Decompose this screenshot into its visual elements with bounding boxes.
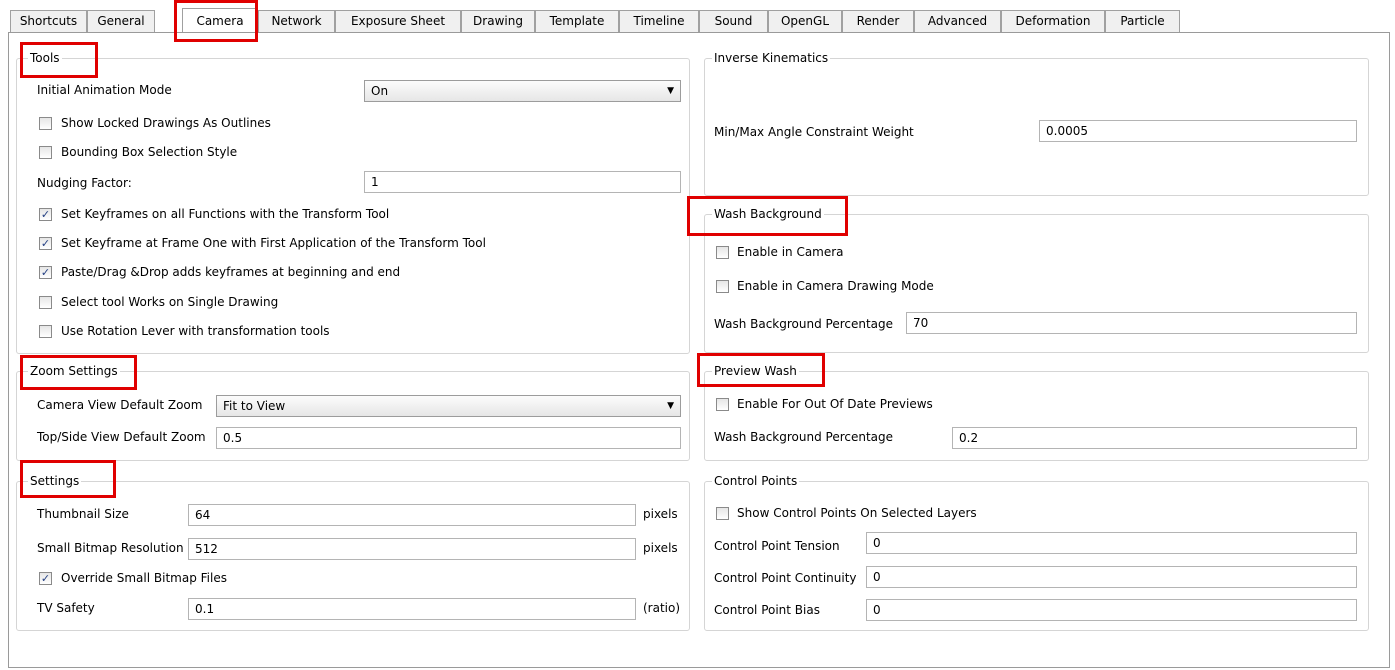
thumbnail-size-unit: pixels [643, 507, 678, 521]
out-of-date-previews-label: Enable For Out Of Date Previews [737, 397, 933, 411]
rotation-lever-label: Use Rotation Lever with transformation t… [61, 324, 330, 338]
set-keyframes-all-checkbox[interactable]: ✓ [39, 208, 52, 221]
tv-safety-label: TV Safety [37, 601, 95, 615]
nudging-factor-input[interactable]: 1 [364, 171, 681, 193]
camera-zoom-value: Fit to View [223, 399, 286, 413]
preview-wash-percentage-label: Wash Background Percentage [714, 430, 894, 444]
initial-animation-mode-value: On [371, 84, 389, 98]
highlight-wash-background-title [687, 196, 848, 236]
bitmap-resolution-input[interactable]: 512 [188, 538, 636, 560]
enable-in-drawing-mode-checkbox[interactable] [716, 280, 729, 293]
camera-zoom-label: Camera View Default Zoom [37, 398, 203, 412]
show-control-points-label: Show Control Points On Selected Layers [737, 506, 977, 520]
tab-shortcuts[interactable]: Shortcuts [10, 10, 87, 32]
wash-percentage-input[interactable]: 70 [906, 312, 1357, 334]
topside-zoom-label: Top/Side View Default Zoom [37, 430, 206, 444]
override-bitmap-checkbox[interactable]: ✓ [39, 572, 52, 585]
inverse-kinematics-title: Inverse Kinematics [712, 51, 831, 65]
tab-render[interactable]: Render [842, 10, 914, 32]
wash-percentage-label: Wash Background Percentage [714, 317, 894, 331]
show-locked-checkbox[interactable] [39, 117, 52, 130]
bounding-box-checkbox[interactable] [39, 146, 52, 159]
tv-safety-unit: (ratio) [643, 601, 681, 615]
initial-animation-mode-label: Initial Animation Mode [37, 83, 172, 97]
highlight-preview-wash-title [697, 353, 825, 387]
control-point-continuity-label: Control Point Continuity [714, 571, 857, 585]
tab-advanced[interactable]: Advanced [914, 10, 1001, 32]
angle-constraint-label: Min/Max Angle Constraint Weight [714, 125, 914, 139]
set-keyframe-first-label: Set Keyframe at Frame One with First App… [61, 236, 486, 250]
show-locked-label: Show Locked Drawings As Outlines [61, 116, 271, 130]
enable-in-camera-label: Enable in Camera [737, 245, 844, 259]
paste-drag-label: Paste/Drag &Drop adds keyframes at begin… [61, 265, 401, 279]
tab-drawing[interactable]: Drawing [461, 10, 535, 32]
initial-animation-mode-select[interactable]: On ▼ [364, 80, 681, 102]
tab-timeline[interactable]: Timeline [619, 10, 699, 32]
nudging-factor-label: Nudging Factor: [37, 176, 132, 190]
set-keyframes-all-label: Set Keyframes on all Functions with the … [61, 207, 390, 221]
enable-in-camera-checkbox[interactable] [716, 246, 729, 259]
highlight-camera-tab [174, 0, 258, 42]
out-of-date-previews-checkbox[interactable] [716, 398, 729, 411]
tab-network[interactable]: Network [258, 10, 335, 32]
select-tool-label: Select tool Works on Single Drawing [61, 295, 279, 309]
bounding-box-label: Bounding Box Selection Style [61, 145, 238, 159]
thumbnail-size-label: Thumbnail Size [37, 507, 129, 521]
override-bitmap-label: Override Small Bitmap Files [61, 571, 227, 585]
control-point-bias-input[interactable]: 0 [866, 599, 1357, 621]
highlight-settings-title [20, 460, 116, 498]
control-point-tension-input[interactable]: 0 [866, 532, 1357, 554]
tab-exposure-sheet[interactable]: Exposure Sheet [335, 10, 461, 32]
thumbnail-size-input[interactable]: 64 [188, 504, 636, 526]
show-control-points-checkbox[interactable] [716, 507, 729, 520]
tv-safety-input[interactable]: 0.1 [188, 598, 636, 620]
enable-in-drawing-mode-label: Enable in Camera Drawing Mode [737, 279, 934, 293]
chevron-down-icon: ▼ [667, 401, 674, 411]
select-tool-checkbox[interactable] [39, 296, 52, 309]
control-point-bias-label: Control Point Bias [714, 603, 820, 617]
tab-sound[interactable]: Sound [699, 10, 768, 32]
preview-wash-percentage-input[interactable]: 0.2 [952, 427, 1357, 449]
paste-drag-checkbox[interactable]: ✓ [39, 266, 52, 279]
rotation-lever-checkbox[interactable] [39, 325, 52, 338]
highlight-zoom-settings-title [20, 355, 137, 390]
control-point-tension-label: Control Point Tension [714, 539, 840, 553]
angle-constraint-input[interactable]: 0.0005 [1039, 120, 1357, 142]
bitmap-resolution-unit: pixels [643, 541, 678, 555]
tab-deformation[interactable]: Deformation [1001, 10, 1105, 32]
tab-particle[interactable]: Particle [1105, 10, 1180, 32]
topside-zoom-input[interactable]: 0.5 [216, 427, 681, 449]
control-point-continuity-input[interactable]: 0 [866, 566, 1357, 588]
control-points-title: Control Points [712, 474, 800, 488]
set-keyframe-first-checkbox[interactable]: ✓ [39, 237, 52, 250]
tab-opengl[interactable]: OpenGL [768, 10, 842, 32]
tab-template[interactable]: Template [535, 10, 619, 32]
camera-zoom-select[interactable]: Fit to View ▼ [216, 395, 681, 417]
bitmap-resolution-label: Small Bitmap Resolution [37, 541, 184, 555]
highlight-tools-title [20, 42, 98, 78]
chevron-down-icon: ▼ [667, 86, 674, 96]
tab-general[interactable]: General [87, 10, 155, 32]
